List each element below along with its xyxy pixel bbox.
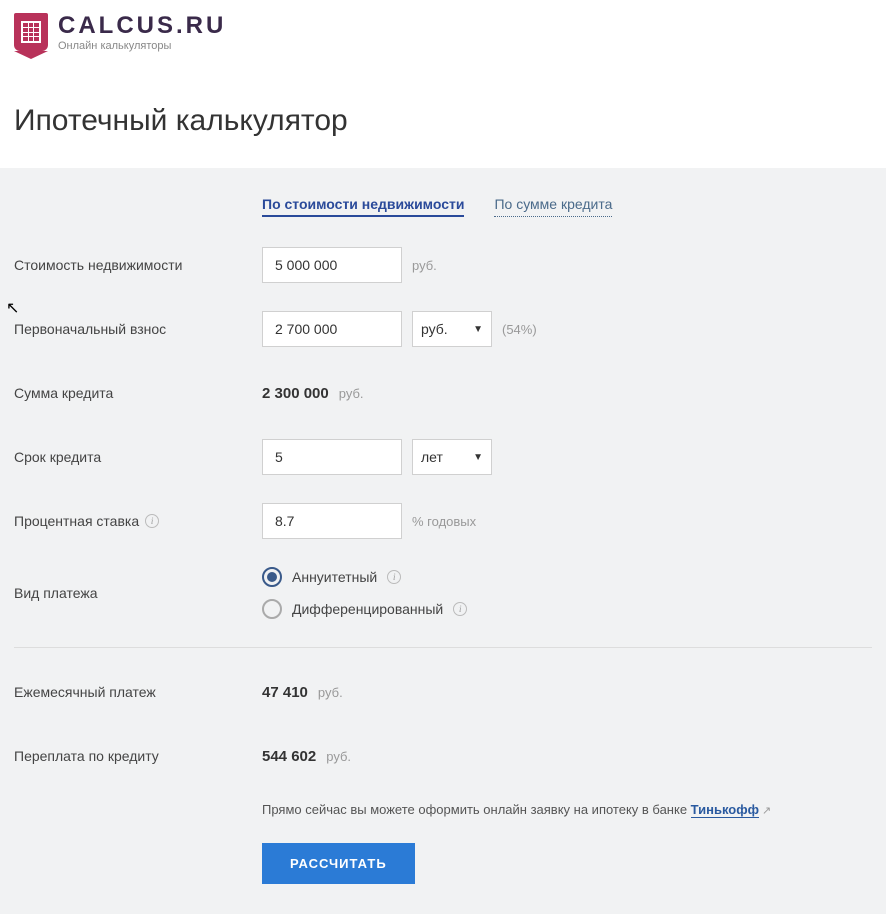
down-payment-input[interactable] bbox=[262, 311, 402, 347]
label-payment-type: Вид платежа bbox=[14, 585, 262, 601]
promo-link[interactable]: Тинькофф bbox=[691, 802, 759, 818]
label-monthly: Ежемесячный платеж bbox=[14, 684, 262, 700]
info-icon[interactable]: i bbox=[387, 570, 401, 584]
property-value-input[interactable] bbox=[262, 247, 402, 283]
label-overpay: Переплата по кредиту bbox=[14, 748, 262, 764]
unit-rub-loan: руб. bbox=[339, 386, 364, 401]
label-down-payment: Первоначальный взнос bbox=[14, 321, 262, 337]
unit-rub-overpay: руб. bbox=[326, 749, 351, 764]
page-title: Ипотечный калькулятор bbox=[14, 104, 872, 138]
info-icon[interactable]: i bbox=[453, 602, 467, 616]
tab-by-property[interactable]: По стоимости недвижимости bbox=[262, 196, 464, 217]
calculate-button[interactable]: РАССЧИТАТЬ bbox=[262, 843, 415, 884]
chevron-down-icon: ▼ bbox=[473, 324, 483, 335]
radio-differentiated[interactable]: Дифференцированный i bbox=[262, 599, 467, 619]
term-input[interactable] bbox=[262, 439, 402, 475]
unit-rub: руб. bbox=[412, 258, 437, 273]
term-unit-select[interactable]: лет ▼ bbox=[412, 439, 492, 475]
label-loan-amount: Сумма кредита bbox=[14, 385, 262, 401]
chevron-down-icon: ▼ bbox=[473, 452, 483, 463]
divider bbox=[14, 647, 872, 648]
brand-name[interactable]: CALCUS.RU bbox=[58, 12, 226, 40]
external-link-icon: ↗ bbox=[762, 805, 771, 817]
info-icon[interactable]: i bbox=[145, 514, 159, 528]
tab-by-loan[interactable]: По сумме кредита bbox=[494, 196, 612, 217]
unit-pct-annual: % годовых bbox=[412, 514, 476, 529]
radio-icon bbox=[262, 599, 282, 619]
promo-text: Прямо сейчас вы можете оформить онлайн з… bbox=[262, 802, 872, 817]
radio-icon bbox=[262, 567, 282, 587]
label-property-value: Стоимость недвижимости bbox=[14, 257, 262, 273]
unit-rub-monthly: руб. bbox=[318, 685, 343, 700]
label-rate: Процентная ставка i bbox=[14, 513, 262, 529]
overpay-value: 544 602 bbox=[262, 748, 316, 765]
calculator-form: По стоимости недвижимости По сумме креди… bbox=[0, 168, 886, 914]
mode-tabs: По стоимости недвижимости По сумме креди… bbox=[262, 196, 872, 217]
logo-icon bbox=[14, 13, 48, 51]
radio-annuity[interactable]: Аннуитетный i bbox=[262, 567, 467, 587]
rate-input[interactable] bbox=[262, 503, 402, 539]
brand-tagline: Онлайн калькуляторы bbox=[58, 40, 226, 52]
site-header: CALCUS.RU Онлайн калькуляторы bbox=[0, 0, 886, 64]
loan-amount-value: 2 300 000 bbox=[262, 385, 329, 402]
down-payment-percent: (54%) bbox=[502, 322, 537, 337]
monthly-value: 47 410 bbox=[262, 684, 308, 701]
label-term: Срок кредита bbox=[14, 449, 262, 465]
down-payment-unit-select[interactable]: руб. ▼ bbox=[412, 311, 492, 347]
